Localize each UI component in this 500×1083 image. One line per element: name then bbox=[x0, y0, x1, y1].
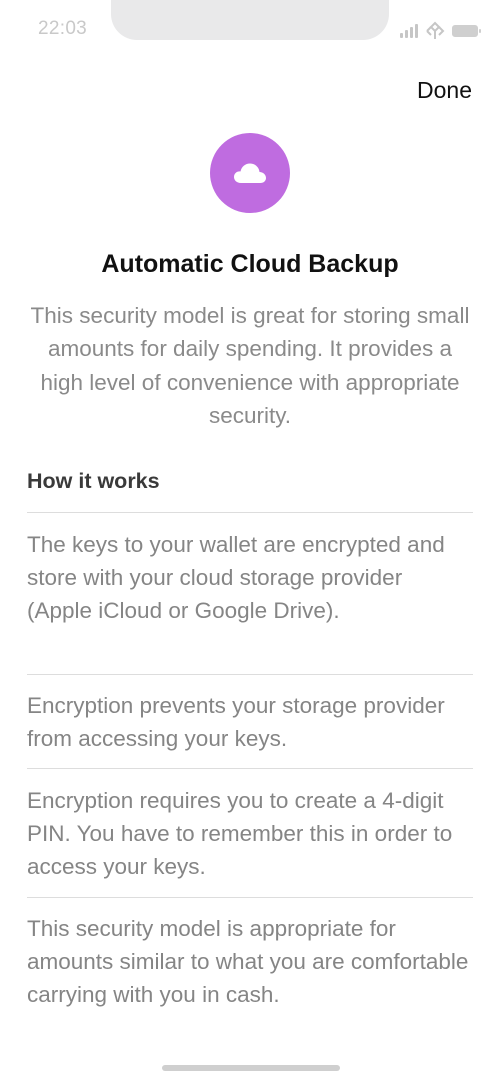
page-title: Automatic Cloud Backup bbox=[101, 250, 399, 278]
status-time: 22:03 bbox=[38, 18, 88, 39]
cloud-icon bbox=[234, 163, 266, 183]
divider bbox=[27, 768, 473, 769]
divider bbox=[27, 512, 473, 513]
intro-text: This security model is great for storing… bbox=[30, 303, 470, 428]
device-notch bbox=[111, 0, 389, 40]
divider bbox=[27, 674, 473, 675]
section-heading-how-it-works: How it works bbox=[27, 469, 160, 493]
how-it-works-item: This security model is appropriate for a… bbox=[27, 916, 469, 1007]
how-it-works-item: Encryption prevents your storage provide… bbox=[27, 693, 445, 751]
status-icons bbox=[400, 20, 481, 42]
battery-icon bbox=[452, 25, 481, 37]
signal-icon bbox=[400, 24, 418, 38]
how-it-works-item: The keys to your wallet are encrypted an… bbox=[27, 532, 445, 623]
how-it-works-item: Encryption requires you to create a 4-di… bbox=[27, 788, 453, 879]
done-button[interactable]: Done bbox=[417, 77, 472, 104]
screen: 22:03 Done Automatic Cloud Backup This s… bbox=[0, 0, 500, 1083]
divider bbox=[27, 897, 473, 898]
wifi-icon bbox=[426, 21, 445, 39]
home-indicator[interactable] bbox=[162, 1065, 340, 1071]
cloud-icon-badge bbox=[210, 133, 290, 213]
